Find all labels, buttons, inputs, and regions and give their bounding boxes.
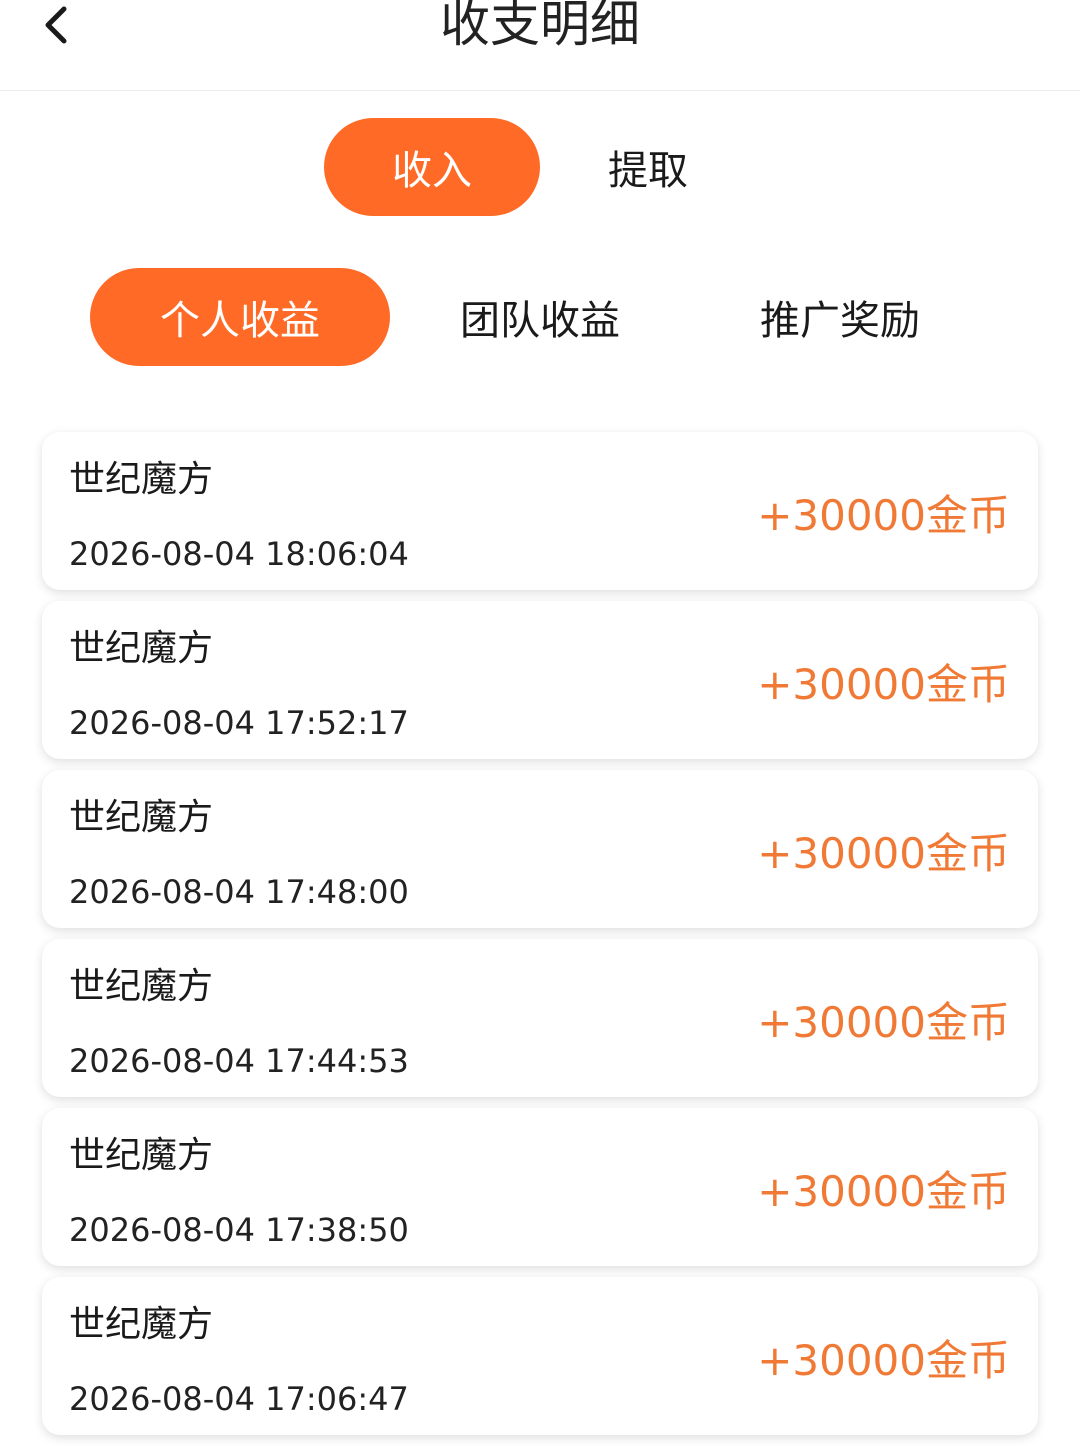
tab-promotion-rewards[interactable]: 推广奖励 bbox=[710, 268, 970, 366]
record-name: 世纪魔方 bbox=[69, 1304, 214, 1345]
record-amount: +30000金币 bbox=[757, 829, 1010, 878]
record-time: 2026-08-04 18:06:04 bbox=[69, 535, 409, 573]
record-amount: +30000金币 bbox=[757, 998, 1010, 1047]
records-list: 世纪魔方 2026-08-04 18:06:04 +30000金币 世纪魔方 2… bbox=[42, 432, 1038, 1446]
record-time: 2026-08-04 17:48:00 bbox=[69, 873, 409, 911]
header: 收支明细 bbox=[0, 0, 1080, 91]
record-time: 2026-08-04 17:06:47 bbox=[69, 1380, 409, 1418]
list-item[interactable]: 世纪魔方 2026-08-04 18:06:04 +30000金币 bbox=[42, 432, 1038, 590]
tab-team-earnings[interactable]: 团队收益 bbox=[410, 268, 670, 366]
main-tabs: 收入 提取 bbox=[0, 118, 1080, 216]
list-item[interactable]: 世纪魔方 2026-08-04 17:06:47 +30000金币 bbox=[42, 1277, 1038, 1435]
record-amount: +30000金币 bbox=[757, 1167, 1010, 1216]
record-name: 世纪魔方 bbox=[69, 459, 214, 500]
record-name: 世纪魔方 bbox=[69, 1135, 214, 1176]
record-time: 2026-08-04 17:52:17 bbox=[69, 704, 409, 742]
record-time: 2026-08-04 17:44:53 bbox=[69, 1042, 409, 1080]
sub-tabs: 个人收益 团队收益 推广奖励 bbox=[0, 268, 1080, 366]
tab-withdraw[interactable]: 提取 bbox=[560, 118, 736, 216]
record-amount: +30000金币 bbox=[757, 1336, 1010, 1385]
list-item[interactable]: 世纪魔方 2026-08-04 17:44:53 +30000金币 bbox=[42, 939, 1038, 1097]
record-name: 世纪魔方 bbox=[69, 966, 214, 1007]
record-amount: +30000金币 bbox=[757, 660, 1010, 709]
list-item[interactable]: 世纪魔方 2026-08-04 17:38:50 +30000金币 bbox=[42, 1108, 1038, 1266]
list-item[interactable]: 世纪魔方 2026-08-04 17:52:17 +30000金币 bbox=[42, 601, 1038, 759]
list-item[interactable]: 世纪魔方 2026-08-04 17:48:00 +30000金币 bbox=[42, 770, 1038, 928]
record-amount: +30000金币 bbox=[757, 491, 1010, 540]
tab-personal-earnings[interactable]: 个人收益 bbox=[90, 268, 390, 366]
record-name: 世纪魔方 bbox=[69, 797, 214, 838]
record-name: 世纪魔方 bbox=[69, 628, 214, 669]
record-time: 2026-08-04 17:38:50 bbox=[69, 1211, 409, 1249]
tab-income[interactable]: 收入 bbox=[324, 118, 540, 216]
page-title: 收支明细 bbox=[440, 0, 640, 53]
